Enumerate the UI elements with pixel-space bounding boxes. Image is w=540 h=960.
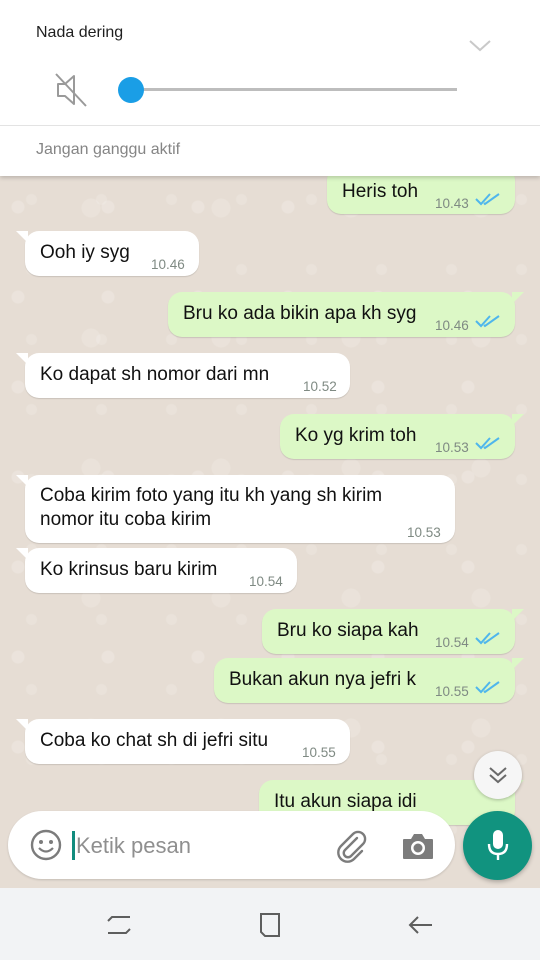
ringer-mute-icon[interactable]	[54, 72, 90, 108]
message-time: 10.54	[435, 635, 469, 650]
double-check-icon	[475, 315, 500, 328]
double-chevron-down-icon	[489, 767, 507, 784]
double-check-icon	[475, 632, 500, 645]
divider	[0, 125, 540, 126]
message-text: Ooh iy syg	[40, 242, 130, 263]
message-composer[interactable]: Ketik pesan	[8, 811, 455, 879]
message-time: 10.46	[151, 257, 185, 272]
message-outgoing[interactable]: Bru ko ada bikin apa kh syg 10.46	[168, 292, 524, 337]
volume-panel-title: Nada dering	[36, 24, 124, 41]
chevron-down-icon[interactable]	[468, 38, 492, 54]
do-not-disturb-status[interactable]: Jangan ganggu aktif	[36, 141, 180, 159]
message-text: Coba ko chat sh di jefri situ	[40, 730, 269, 751]
message-incoming[interactable]: Ko krinsus baru kirim 10.54	[16, 548, 297, 593]
message-input[interactable]: Ketik pesan	[76, 831, 191, 860]
double-check-icon	[475, 193, 500, 206]
message-text: Bukan akun nya jefri k	[229, 669, 416, 690]
message-incoming[interactable]: Ko dapat sh nomor dari mn 10.52	[16, 353, 350, 398]
message-time: 10.52	[303, 379, 337, 394]
message-text: Ko dapat sh nomor dari mn	[40, 364, 270, 385]
message-time: 10.53	[407, 525, 441, 540]
voice-record-button[interactable]	[463, 811, 532, 880]
message-outgoing[interactable]: Bukan akun nya jefri k 10.55	[214, 658, 524, 703]
volume-panel: Nada dering Jangan ganggu aktif	[0, 0, 540, 176]
volume-slider-thumb[interactable]	[118, 77, 144, 103]
message-outgoing[interactable]: Ko yg krim toh 10.53	[280, 414, 524, 459]
message-text-line: Coba kirim foto yang itu kh yang sh kiri…	[40, 485, 383, 506]
message-text: Ko yg krim toh	[295, 425, 417, 446]
message-incoming[interactable]: Coba kirim foto yang itu kh yang sh kiri…	[16, 475, 455, 543]
message-time: 10.46	[435, 318, 469, 333]
camera-icon[interactable]	[401, 831, 435, 861]
message-text: Heris toh	[342, 181, 419, 202]
home-icon[interactable]	[255, 910, 285, 940]
message-time: 10.53	[435, 440, 469, 455]
recent-apps-icon[interactable]	[104, 910, 134, 940]
volume-slider-track[interactable]	[120, 88, 457, 91]
text-caret	[72, 831, 75, 860]
scroll-to-bottom-button[interactable]	[474, 751, 522, 799]
message-time: 10.55	[302, 745, 336, 760]
message-time: 10.43	[435, 196, 469, 211]
message-incoming[interactable]: Ooh iy syg 10.46	[16, 231, 199, 276]
message-text: Bru ko siapa kah	[277, 620, 419, 641]
message-time: 10.55	[435, 684, 469, 699]
double-check-icon	[475, 437, 500, 450]
back-icon[interactable]	[406, 910, 436, 940]
message-text-line: nomor itu coba kirim	[40, 509, 212, 530]
message-text: Bru ko ada bikin apa kh syg	[183, 303, 417, 324]
mic-icon	[487, 830, 509, 860]
message-incoming[interactable]: Coba ko chat sh di jefri situ 10.55	[16, 719, 350, 764]
system-nav-bar	[0, 888, 540, 960]
emoji-icon[interactable]	[29, 828, 63, 862]
attach-icon[interactable]	[335, 829, 369, 863]
message-outgoing[interactable]: Bru ko siapa kah 10.54	[262, 609, 524, 654]
double-check-icon	[475, 681, 500, 694]
message-time: 10.54	[249, 574, 283, 589]
message-text: Ko krinsus baru kirim	[40, 559, 218, 580]
